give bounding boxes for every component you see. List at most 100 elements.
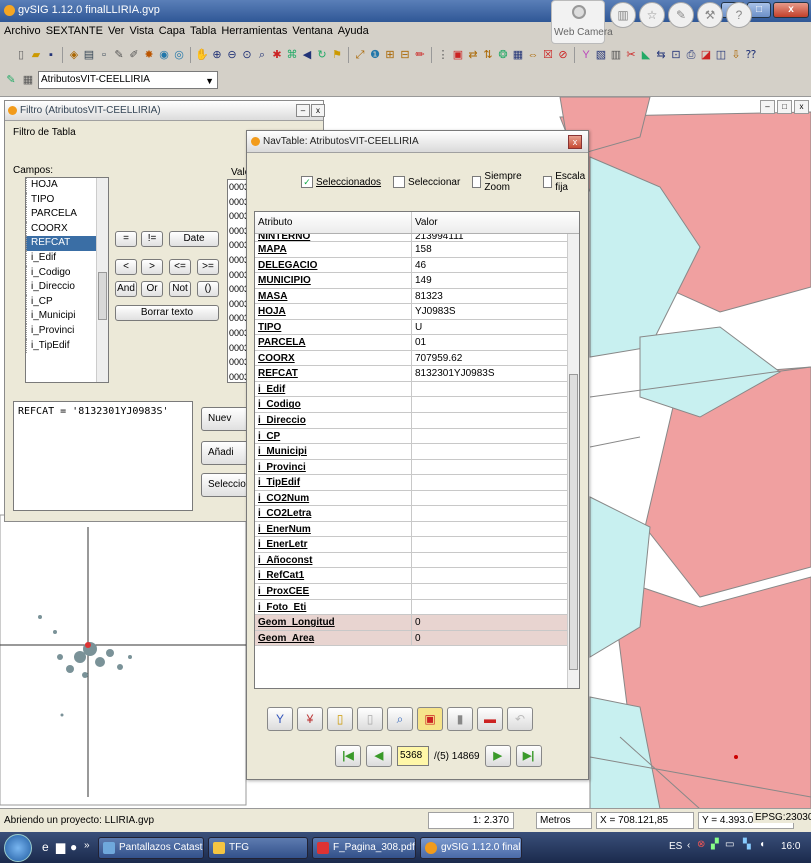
menu-sextante[interactable]: SEXTANTE xyxy=(46,25,103,37)
attr-value[interactable]: YJ0983S xyxy=(412,304,569,319)
table-row[interactable]: i_CO2Letra xyxy=(255,506,569,522)
refresh-icon[interactable]: ↻ xyxy=(315,47,329,63)
edit-table-icon[interactable]: ✎ xyxy=(4,72,18,88)
measure-distance-icon[interactable]: ⤢ xyxy=(353,47,367,63)
clock[interactable]: 16:0 xyxy=(781,841,800,852)
paste-record-icon[interactable]: ▯ xyxy=(357,707,383,731)
unchecked-box-icon[interactable] xyxy=(472,176,482,188)
attr-value[interactable]: 149 xyxy=(412,273,569,288)
next-record-button[interactable]: ▶ xyxy=(484,745,511,767)
campos-scrollbar[interactable] xyxy=(96,178,108,382)
checkbox-seleccionar[interactable]: Seleccionar xyxy=(393,176,460,188)
globe-icon[interactable]: ◉ xyxy=(157,47,171,63)
select-rect-icon[interactable]: ⇄ xyxy=(466,47,480,63)
campos-list[interactable]: HOJA TIPO PARCELA COORX REFCAT i_Edif i_… xyxy=(25,177,109,383)
active-layer-select[interactable]: AtributosVIT-CEELLIRIA ▼ xyxy=(38,71,218,89)
table-row[interactable]: MUNICIPIO 149 xyxy=(255,273,569,289)
filter-window-titlebar[interactable]: Filtro (AtributosVIT-CEELLIRIA) – x xyxy=(5,101,325,121)
zoom-in-icon[interactable]: ⊕ xyxy=(210,47,224,63)
table-row[interactable]: Geom_Area 0 xyxy=(255,630,569,647)
op-less-button[interactable]: < xyxy=(115,259,137,275)
table-row[interactable]: i_ProxCEE xyxy=(255,584,569,600)
op-greater-equal-button[interactable]: >= xyxy=(197,259,219,275)
attr-value[interactable] xyxy=(412,382,569,397)
move-layer-icon[interactable]: ⇆ xyxy=(654,47,668,63)
attr-value[interactable]: 81323 xyxy=(412,289,569,304)
help-gadget-icon[interactable]: ? xyxy=(726,2,752,28)
select-by-attr-icon[interactable]: ⊘ xyxy=(556,47,570,63)
filter-icon[interactable]: Y xyxy=(267,707,293,731)
table-row[interactable]: i_Codigo xyxy=(255,397,569,414)
table-row[interactable]: DELEGACIO 46 xyxy=(255,257,569,274)
select-polygon-icon[interactable]: ⇅ xyxy=(481,47,495,63)
measure-area-icon[interactable]: ⊞ xyxy=(383,47,397,63)
zoom-record-icon[interactable]: ⌕ xyxy=(387,707,413,731)
attr-value[interactable] xyxy=(412,460,569,475)
attr-value[interactable] xyxy=(412,537,569,552)
attr-value[interactable]: U xyxy=(412,320,569,335)
save-project-icon[interactable]: ▪ xyxy=(44,47,58,63)
table-row[interactable]: i_Provinci xyxy=(255,459,569,476)
select-circle-icon[interactable]: ❂ xyxy=(496,47,510,63)
unchecked-box-icon[interactable] xyxy=(393,176,406,188)
table-row[interactable]: i_Municipi xyxy=(255,444,569,460)
table-row[interactable]: i_EnerLetr xyxy=(255,537,569,553)
battery-tray-icon[interactable]: ▭ xyxy=(725,839,734,850)
volume-tray-icon[interactable]: ◖ xyxy=(759,839,765,850)
legend-icon[interactable]: ◫ xyxy=(714,47,728,63)
scroll-thumb[interactable] xyxy=(98,272,107,320)
zoom-previous-icon[interactable]: ◀ xyxy=(300,47,314,63)
attr-value[interactable]: 158 xyxy=(412,242,569,257)
op-less-equal-button[interactable]: <= xyxy=(169,259,191,275)
filter-expression-input[interactable]: REFCAT = '8132301YJ0983S' xyxy=(13,401,193,511)
attr-value[interactable]: 707959.62 xyxy=(412,351,569,366)
script-icon[interactable]: ✐ xyxy=(127,47,141,63)
op-or-button[interactable]: Or xyxy=(141,281,163,297)
table-row[interactable]: i_Foto_Eti xyxy=(255,599,569,616)
attr-value[interactable]: 213994111 xyxy=(412,234,569,241)
attr-value[interactable] xyxy=(412,506,569,521)
clear-selection-icon[interactable]: ☒ xyxy=(541,47,555,63)
menu-herramientas[interactable]: Herramientas xyxy=(221,25,287,37)
table-row[interactable]: i_Edif xyxy=(255,381,569,398)
table-row[interactable]: COORX 707959.62 xyxy=(255,350,569,367)
filter-minimize-button[interactable]: – xyxy=(296,104,310,117)
attr-value[interactable]: 01 xyxy=(412,335,569,350)
map-minimize-button[interactable]: – xyxy=(760,100,775,114)
table-layer-icon[interactable]: ▦ xyxy=(21,72,35,88)
clear-text-button[interactable]: Borrar texto xyxy=(115,305,219,321)
ie-icon[interactable]: e xyxy=(42,840,49,854)
select-icon[interactable]: ▫ xyxy=(97,47,111,63)
network-tray-icon[interactable]: ▞ xyxy=(711,839,719,850)
print-icon[interactable]: ⎙ xyxy=(684,47,698,63)
open-project-icon[interactable]: ▰ xyxy=(29,47,43,63)
checkbox-escala-fija[interactable]: Escala fija xyxy=(542,171,588,193)
table-row[interactable]: NINTERNO 213994111 xyxy=(255,234,569,242)
attr-value[interactable] xyxy=(412,444,569,459)
table-row[interactable]: PARCELA 01 xyxy=(255,335,569,351)
stats-icon[interactable]: ⊡ xyxy=(669,47,683,63)
select-record-icon[interactable]: ▣ xyxy=(417,707,443,731)
navtable-icon[interactable]: ▧ xyxy=(594,47,608,63)
attr-value[interactable] xyxy=(412,491,569,506)
check-icon[interactable]: ✓ xyxy=(301,176,313,188)
layer-manager-icon[interactable]: ◈ xyxy=(67,47,81,63)
scale-field[interactable]: 1: 2.370 xyxy=(428,812,514,829)
attr-value[interactable] xyxy=(412,397,569,412)
table-row[interactable]: i_EnerNum xyxy=(255,521,569,538)
grid-icon[interactable]: ▥ xyxy=(609,47,623,63)
scroll-thumb[interactable] xyxy=(569,374,578,670)
media-icon[interactable]: ● xyxy=(70,840,77,854)
edit-gadget-icon[interactable]: ✎ xyxy=(668,2,694,28)
zoom-out-icon[interactable]: ⊖ xyxy=(225,47,239,63)
zoom-window-icon[interactable]: ⊙ xyxy=(240,47,254,63)
new-project-icon[interactable]: ▯ xyxy=(14,47,28,63)
webcam-widget[interactable]: Web Camera xyxy=(551,0,613,44)
menu-ver[interactable]: Ver xyxy=(108,25,125,37)
op-parens-button[interactable]: () xyxy=(197,281,219,297)
attr-value[interactable] xyxy=(412,584,569,599)
table-row[interactable]: REFCAT 8132301YJ0983S xyxy=(255,366,569,382)
layout-icon[interactable]: ◣ xyxy=(639,47,653,63)
task-pantallazos[interactable]: Pantallazos Catastro... xyxy=(98,837,204,859)
copy-record-icon[interactable]: ▯ xyxy=(327,707,353,731)
